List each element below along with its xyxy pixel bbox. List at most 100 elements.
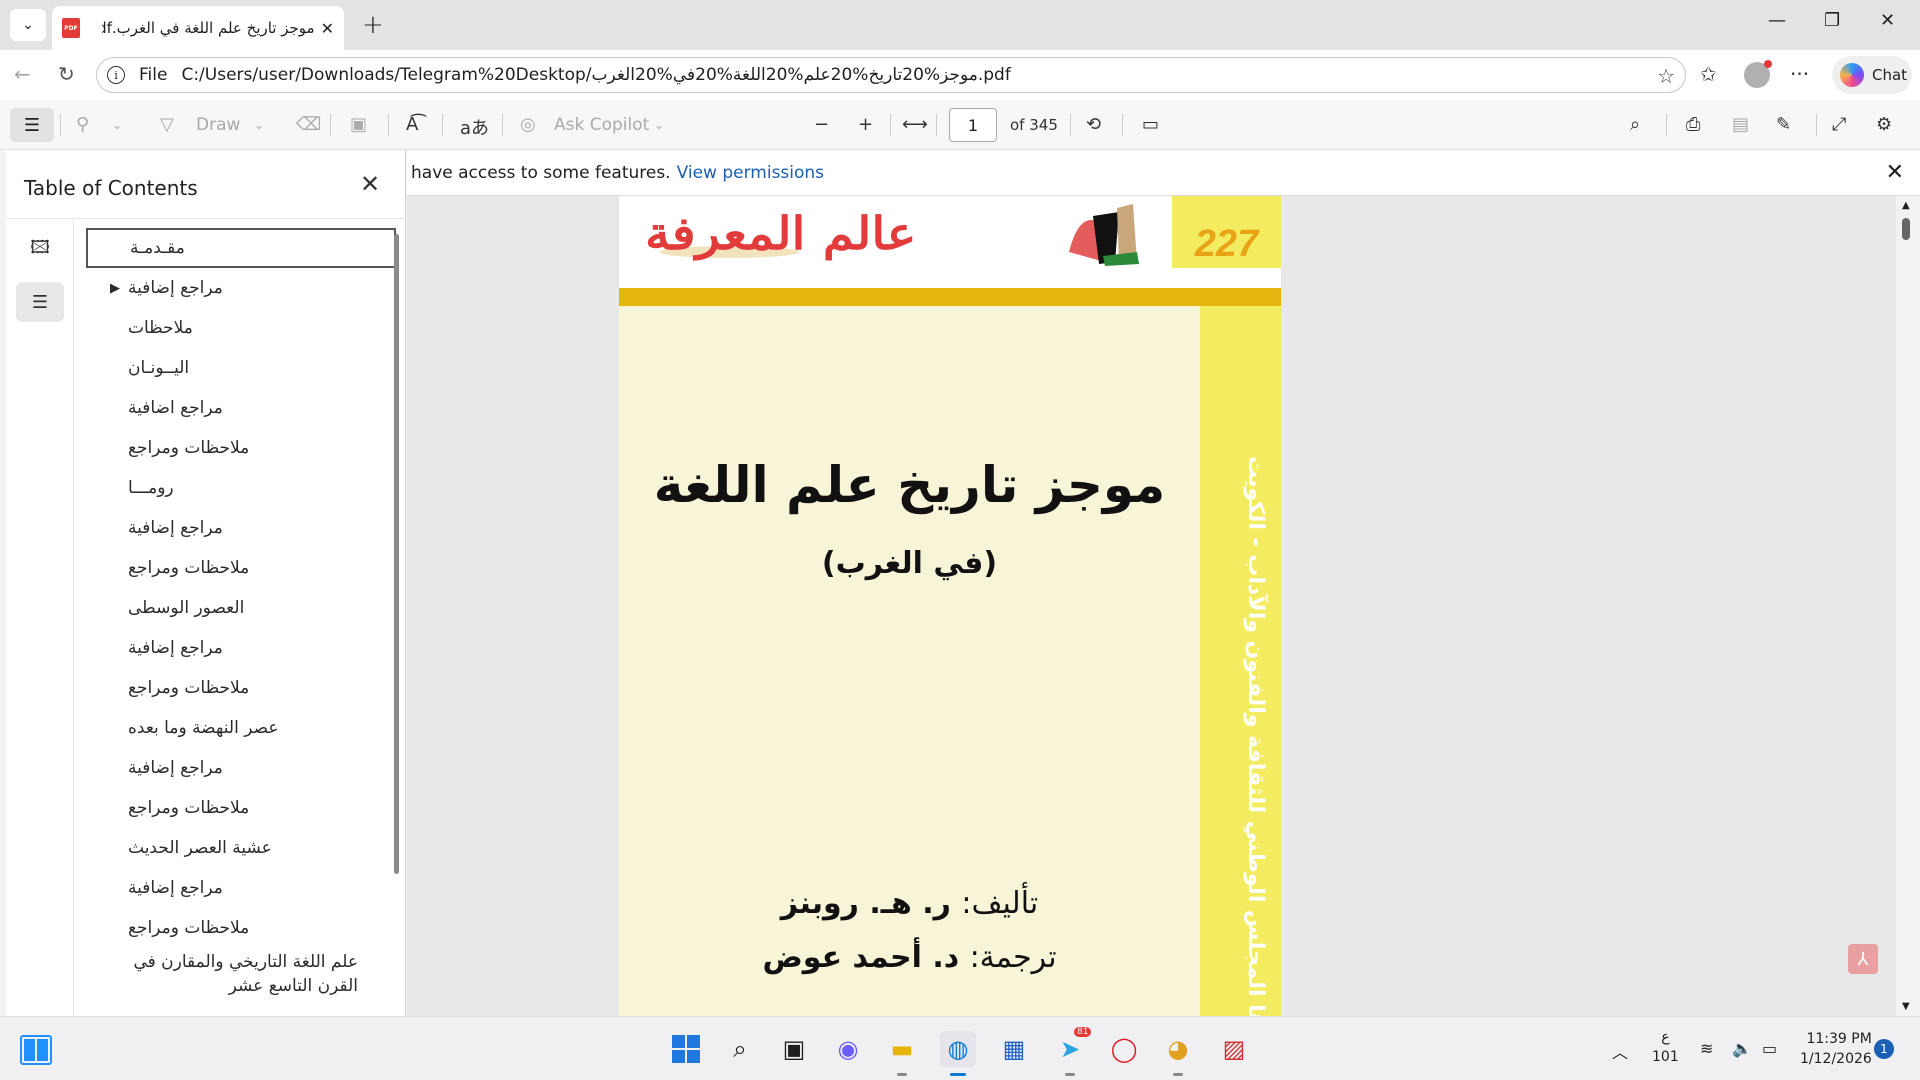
copilot-icon[interactable]: ◎ [520, 114, 536, 135]
toc-item[interactable]: ملاحظات ومراجع [86, 668, 396, 708]
eraser-icon[interactable]: ⌫ [296, 114, 321, 135]
scroll-up-icon[interactable]: ▲ [1902, 200, 1910, 211]
date-label: 1/12/2026 [1800, 1051, 1872, 1067]
page-number-input[interactable]: 1 [949, 108, 997, 142]
draw-icon[interactable]: ▽ [160, 114, 174, 135]
battery-icon[interactable]: ▭ [1762, 1039, 1777, 1058]
favorite-star-icon[interactable]: ☆ [1657, 64, 1675, 88]
toc-item[interactable]: اليــونـان [86, 348, 396, 388]
chevron-down-icon[interactable]: ⌄ [254, 118, 264, 132]
widgets-icon[interactable] [20, 1035, 52, 1065]
pdf-file-icon: PDF [62, 18, 80, 38]
scroll-down-icon[interactable]: ▼ [1902, 1001, 1910, 1012]
text-box-icon[interactable]: ▣ [350, 114, 367, 135]
telegram-icon[interactable]: ➤ 81 [1052, 1027, 1092, 1076]
highlight-icon[interactable]: ⚲ [76, 114, 89, 135]
back-button[interactable]: ← [14, 62, 31, 86]
chat-app-icon[interactable]: ◉ [830, 1031, 866, 1067]
toc-item[interactable]: عشية العصر الحديث [86, 828, 396, 868]
new-tab-button[interactable]: + [362, 10, 384, 40]
search-icon[interactable]: ⌕ [1630, 114, 1640, 135]
notice-close-icon[interactable]: ✕ [1886, 160, 1904, 185]
sidebar-scrollbar[interactable] [394, 234, 399, 874]
view-permissions-link[interactable]: View permissions [677, 163, 824, 183]
ask-copilot-label[interactable]: Ask Copilot [554, 115, 649, 135]
toc-item[interactable]: رومـــا [86, 468, 396, 508]
toc-item[interactable]: عصر النهضة وما بعده [86, 708, 396, 748]
tab-close-icon[interactable]: ✕ [321, 19, 334, 38]
store-icon[interactable]: ▦ [996, 1031, 1032, 1067]
toc-item[interactable]: ملاحظات ومراجع [86, 548, 396, 588]
author-name: ر. هـ. روبنز [780, 886, 951, 921]
toc-item[interactable]: مراجع اضافية [86, 388, 396, 428]
toc-item[interactable]: مراجع إضافية [86, 748, 396, 788]
toc-item[interactable]: مراجع إضافية [86, 868, 396, 908]
toc-item[interactable]: ملاحظات ومراجع [86, 428, 396, 468]
chevron-down-icon[interactable]: ⌄ [112, 118, 122, 132]
tab-actions-menu[interactable]: ⌄ [10, 9, 46, 41]
toc-item-label: رومـــا [128, 478, 174, 498]
scroll-thumb[interactable] [1902, 218, 1910, 240]
chevron-down-icon[interactable]: ⌄ [654, 118, 664, 132]
draw-label[interactable]: Draw [196, 115, 240, 135]
toc-item[interactable]: مراجع إضافية [86, 508, 396, 548]
start-button[interactable] [668, 1031, 704, 1067]
rotate-icon[interactable]: ⟲ [1086, 114, 1101, 135]
opera-icon[interactable]: ◯ [1106, 1031, 1142, 1067]
toc-item[interactable]: ملاحظات ومراجع [86, 908, 396, 948]
fit-width-icon[interactable]: ⟷ [902, 114, 928, 135]
address-field[interactable]: i File C:/Users/user/Downloads/Telegram%… [96, 57, 1686, 93]
divider [1070, 114, 1071, 136]
translate-icon[interactable]: aあ [460, 114, 489, 140]
active-tab[interactable]: PDF موجز تاريخ علم اللغة في الغرب.pdf ✕ [52, 6, 344, 50]
toc-list-icon[interactable]: ☰ [16, 282, 64, 322]
sidebar-close-icon[interactable]: ✕ [360, 170, 380, 198]
save-as-icon[interactable]: ✎ [1776, 114, 1791, 135]
refresh-button[interactable]: ↻ [58, 62, 75, 86]
chevron-down-icon: ⌄ [22, 17, 34, 33]
copilot-chat-button[interactable]: Chat [1832, 56, 1912, 94]
read-aloud-icon[interactable]: A͡ [406, 114, 418, 135]
toc-item[interactable]: مقـدمـة [86, 228, 396, 268]
minimize-button[interactable]: — [1768, 10, 1786, 31]
zoom-out-button[interactable]: − [814, 114, 829, 135]
edge-browser-icon[interactable]: ◍ [940, 1031, 976, 1076]
page-view-icon[interactable]: ▭ [1142, 114, 1159, 135]
toc-item[interactable]: ▶ مراجع إضافية [86, 268, 396, 308]
info-icon[interactable]: i [107, 66, 125, 84]
translator-name: د. أحمد عوض [762, 940, 960, 975]
clock[interactable]: 11:39 PM 1/12/2026 [1800, 1029, 1872, 1069]
toc-item[interactable]: مراجع إضافية [86, 628, 396, 668]
favorites-icon[interactable]: ✩ [1700, 62, 1717, 86]
expand-arrow-icon[interactable]: ▶ [110, 281, 120, 296]
task-view-icon[interactable]: ▣ [776, 1031, 812, 1067]
close-window-button[interactable]: ✕ [1880, 10, 1895, 31]
toc-toggle-button[interactable]: ☰ [10, 108, 54, 142]
zoom-in-button[interactable]: + [858, 114, 873, 135]
acrobat-icon[interactable]: ⅄ [1848, 944, 1878, 974]
settings-gear-icon[interactable]: ⚙ [1876, 114, 1892, 135]
toc-item[interactable]: ملاحظات ومراجع [86, 788, 396, 828]
toc-item[interactable]: ملاحظات [86, 308, 396, 348]
input-language-indicator[interactable]: ع 101 [1652, 1027, 1679, 1067]
search-icon[interactable]: ⌕ [722, 1031, 758, 1067]
thumbnails-icon[interactable]: 🖾 [16, 230, 64, 270]
print-icon[interactable]: ⎙ [1686, 114, 1700, 135]
save-icon[interactable]: ▤ [1732, 114, 1749, 135]
pdf-app-icon[interactable]: ▨ [1216, 1031, 1252, 1067]
maximize-button[interactable]: ❐ [1824, 10, 1840, 31]
tray-overflow-icon[interactable]: ︿ [1612, 1039, 1628, 1063]
toc-item-label: ملاحظات ومراجع [128, 678, 250, 698]
file-explorer-icon[interactable]: ▬ [884, 1031, 920, 1076]
more-options-icon[interactable]: ··· [1790, 62, 1809, 86]
fullscreen-icon[interactable]: ⤢ [1832, 114, 1846, 135]
toc-item[interactable]: علم اللغة التاريخي والمقارن في القرن الت… [86, 948, 396, 1002]
viewer-scrollbar[interactable]: ▲ ▼ [1896, 196, 1920, 1016]
notification-badge[interactable]: 1 [1874, 1039, 1894, 1059]
volume-muted-icon[interactable]: 🔈 [1732, 1039, 1752, 1058]
toc-item[interactable]: العصور الوسطى [86, 588, 396, 628]
translator-label: ترجمة: [969, 940, 1057, 975]
wifi-icon[interactable]: ≋ [1700, 1039, 1713, 1058]
toc-item-label: مراجع إضافية [128, 758, 223, 778]
chrome-icon[interactable]: ◕ [1160, 1031, 1196, 1076]
